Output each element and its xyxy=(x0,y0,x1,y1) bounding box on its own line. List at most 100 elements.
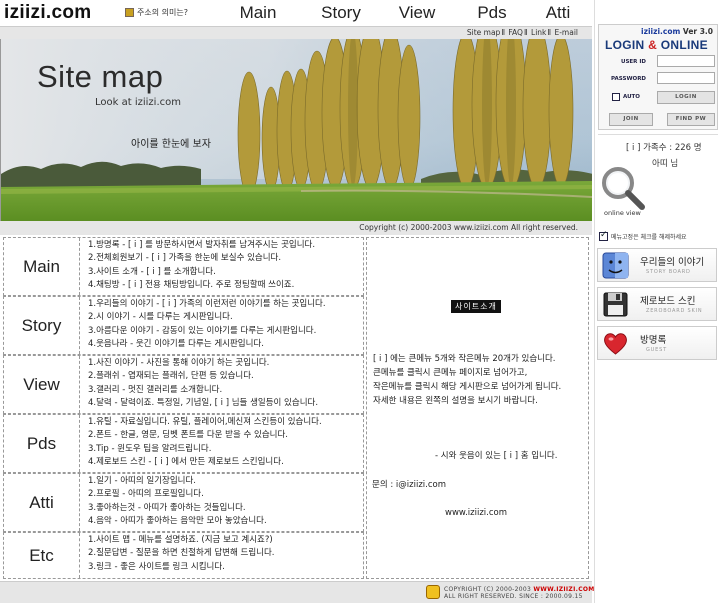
section-story: Story 1.우리들의 이야기 - [ i ] 가족의 이런저런 이야기를 하… xyxy=(3,296,364,355)
main-nav: Main Story View Pds Atti xyxy=(210,0,590,26)
side-menu-title: 제로보드 스킨 xyxy=(640,296,696,307)
auto-login-checkbox[interactable] xyxy=(612,93,620,101)
mascot-icon xyxy=(426,585,440,599)
list-item[interactable]: 1.방명록 - [ i ] 를 방문하시면서 발자취를 남겨주시는 곳입니다. xyxy=(88,239,363,252)
side-menu-guest[interactable]: 방명록 GUEST xyxy=(597,326,717,360)
list-item[interactable]: 1.유틸 - 자료실입니다. 유틸, 플레이어,메신져 스킨등이 있습니다. xyxy=(88,416,363,429)
side-menu-title: 방명록 xyxy=(640,335,667,346)
current-user: 아띠 님 xyxy=(652,159,679,169)
version-label: iziizi.com Ver 3.0 xyxy=(641,27,713,36)
finder-icon xyxy=(602,252,629,279)
side-menu-story[interactable]: 우리들의 이야기 STORY BOARD xyxy=(597,248,717,282)
sitemap-content: Main 1.방명록 - [ i ] 를 방문하시면서 발자취를 남겨주시는 곳… xyxy=(3,237,589,579)
login-box: iziizi.com Ver 3.0 LOGIN & ONLINE USER I… xyxy=(598,24,718,130)
section-title[interactable]: Pds xyxy=(4,415,80,472)
nav-atti[interactable]: Atti xyxy=(526,0,590,26)
site-intro-panel: 사이트소개 [ i ] 에는 큰메뉴 5개와 작은메뉴 20개가 있습니다. 큰… xyxy=(366,237,589,579)
site-intro-badge: 사이트소개 xyxy=(451,300,501,313)
list-item[interactable]: 2.플래쉬 - 엽재되는 플래쉬, 단편 등 있습니다. xyxy=(88,370,363,383)
list-item[interactable]: 1.우리들의 이야기 - [ i ] 가족의 이런저런 이야기를 하는 곳입니다… xyxy=(88,298,363,311)
section-atti: Atti 1.일기 - 아띠의 일기장입니다. 2.프로필 - 아띠의 프로필입… xyxy=(3,473,364,532)
list-item[interactable]: 3.Tip - 윈도우 팁을 알려드립니다. xyxy=(88,443,363,456)
online-members: [ i ] 가족수 : 226 명 아띠 님 online view xyxy=(598,134,718,226)
side-menu-zeroboard[interactable]: 제로보드 스킨 ZEROBOARD SKIN xyxy=(597,287,717,321)
list-item[interactable]: 4.음악 - 아띠가 좋아하는 음악만 모아 놓았습니다. xyxy=(88,515,363,528)
footer-rights: ALL RIGHT RESERVED. SINCE : 2000.09.15 xyxy=(444,593,583,600)
side-menu-subtitle: ZEROBOARD SKIN xyxy=(646,308,703,314)
list-item[interactable]: 1.사이트 맵 - 메뉴를 설명하죠. (지금 보고 계시죠?) xyxy=(88,534,363,547)
sub-links: Site mapⅡ FAQⅡ LinkⅡ E-mail xyxy=(0,26,592,39)
list-item[interactable]: 3.링크 - 좋은 사이트를 링크 시킵니다. xyxy=(88,561,363,574)
join-button[interactable]: JOIN xyxy=(609,113,653,126)
menu-fix-option[interactable]: 메뉴고정은 체크를 해제하세요 xyxy=(599,230,687,241)
list-item[interactable]: 3.갤러리 - 멋진 갤러리를 소개합니다. xyxy=(88,384,363,397)
section-pds: Pds 1.유틸 - 자료실입니다. 유틸, 플레이어,메신져 스킨등이 있습니… xyxy=(3,414,364,473)
section-title[interactable]: View xyxy=(4,356,80,413)
meaning-link-label: 주소의 의미는? xyxy=(137,8,188,17)
list-item[interactable]: 2.폰트 - 한글, 영문, 딩벳 폰트를 다운 받을 수 있습니다. xyxy=(88,429,363,442)
top-bar: iziizi.com 주소의 의미는? Main Story View Pds … xyxy=(0,0,592,26)
list-item[interactable]: 2.전체회원보기 - [ i ] 가족을 한눈에 보실수 있습니다. xyxy=(88,252,363,265)
copyright-line: Copyright (c) 2000-2003 www.iziizi.com A… xyxy=(0,221,592,235)
nav-view[interactable]: View xyxy=(376,0,458,26)
section-title[interactable]: Story xyxy=(4,297,80,354)
bullet-icon xyxy=(125,8,134,17)
login-button[interactable]: LOGIN xyxy=(657,91,715,104)
floppy-icon xyxy=(603,292,628,317)
link-email[interactable]: E-mail xyxy=(554,28,578,37)
list-item[interactable]: 4.웃음나라 - 웃긴 이야기를 다루는 게시판입니다. xyxy=(88,338,363,351)
section-title[interactable]: Atti xyxy=(4,474,80,531)
nav-pds[interactable]: Pds xyxy=(458,0,526,26)
list-item[interactable]: 3.아름다운 이야기 - 감동이 있는 이야기를 다루는 게시판입니다. xyxy=(88,325,363,338)
online-view-label[interactable]: online view xyxy=(604,209,641,217)
site-url[interactable]: www.iziizi.com xyxy=(445,508,507,518)
hero-tagline: 아이를 한눈에 보자 xyxy=(131,139,211,150)
list-item[interactable]: 2.시 이야기 - 시를 다루는 게시판입니다. xyxy=(88,311,363,324)
contact-email[interactable]: 문의 : i@iziizi.com xyxy=(372,478,446,490)
link-link[interactable]: Link xyxy=(531,28,546,37)
magnifier-icon[interactable] xyxy=(600,165,646,211)
list-item[interactable]: 2.프로필 - 아띠의 프로필입니다. xyxy=(88,488,363,501)
site-intro-text: [ i ] 에는 큰메뉴 5개와 작은메뉴 20개가 있습니다. 큰메뉴를 클릭… xyxy=(373,354,562,406)
list-item[interactable]: 3.좋아하는것 - 아띠가 좋아하는 것들입니다. xyxy=(88,502,363,515)
menu-fix-label: 메뉴고정은 체크를 해제하세요 xyxy=(611,234,687,241)
list-item[interactable]: 2.질문답변 - 질문을 하면 친절하게 답변해 드립니다. xyxy=(88,547,363,560)
list-item[interactable]: 1.일기 - 아띠의 일기장입니다. xyxy=(88,475,363,488)
section-title[interactable]: Etc xyxy=(4,533,80,578)
menu-fix-checkbox[interactable] xyxy=(599,230,608,241)
hero-title: Site map xyxy=(37,59,164,94)
right-sidebar: iziizi.com Ver 3.0 LOGIN & ONLINE USER I… xyxy=(594,0,720,603)
password-label: PASSWORD xyxy=(611,76,647,82)
heart-icon xyxy=(604,333,627,355)
login-title: LOGIN & ONLINE xyxy=(605,38,708,52)
side-menu-subtitle: GUEST xyxy=(646,347,667,353)
link-sitemap[interactable]: Site map xyxy=(467,28,500,37)
list-item[interactable]: 3.사이트 소개 - [ i ] 를 소개합니다. xyxy=(88,266,363,279)
member-count: [ i ] 가족수 : 226 명 xyxy=(626,143,702,153)
section-view: View 1.사진 이야기 - 사진을 통해 이야기 하는 곳입니다. 2.플래… xyxy=(3,355,364,414)
list-item[interactable]: 4.제로보드 스킨 - [ i ] 에서 만든 제로보드 스킨입니다. xyxy=(88,456,363,469)
nav-main[interactable]: Main xyxy=(210,0,306,26)
site-signature: - 시와 웃음이 있는 [ i ] 홈 입니다. xyxy=(435,451,558,461)
list-item[interactable]: 4.달력 - 달력이죠. 특정일, 기념일, [ i ] 님들 생일등이 있습니… xyxy=(88,397,363,410)
side-menu-title: 우리들의 이야기 xyxy=(640,257,705,268)
hero-banner: Site map Look at iziizi.com 아이를 한눈에 보자 xyxy=(0,39,592,221)
find-pw-button[interactable]: FIND PW xyxy=(667,113,715,126)
sitemap-sections: Main 1.방명록 - [ i ] 를 방문하시면서 발자취를 남겨주시는 곳… xyxy=(3,237,364,579)
footer-copyright: COPYRIGHT (C) 2000-2003 WWW.IZIIZI.COM xyxy=(444,586,595,593)
section-title[interactable]: Main xyxy=(4,238,80,295)
section-main: Main 1.방명록 - [ i ] 를 방문하시면서 발자취를 남겨주시는 곳… xyxy=(3,237,364,296)
link-faq[interactable]: FAQ xyxy=(508,28,523,37)
nav-story[interactable]: Story xyxy=(306,0,376,26)
hero-subtitle: Look at iziizi.com xyxy=(95,97,181,108)
footer-site-link[interactable]: WWW.IZIIZI.COM xyxy=(533,586,594,593)
auto-login-label: AUTO xyxy=(623,94,640,100)
user-id-input[interactable] xyxy=(657,55,715,67)
meaning-link[interactable]: 주소의 의미는? xyxy=(125,7,188,18)
list-item[interactable]: 4.채팅방 - [ i ] 전용 채팅방입니다. 주로 정팅할때 쓰이죠. xyxy=(88,279,363,292)
password-input[interactable] xyxy=(657,72,715,84)
user-id-label: USER ID xyxy=(621,59,646,65)
site-logo[interactable]: iziizi.com xyxy=(4,0,91,26)
list-item[interactable]: 1.사진 이야기 - 사진을 통해 이야기 하는 곳입니다. xyxy=(88,357,363,370)
footer: COPYRIGHT (C) 2000-2003 WWW.IZIIZI.COM A… xyxy=(0,581,595,603)
